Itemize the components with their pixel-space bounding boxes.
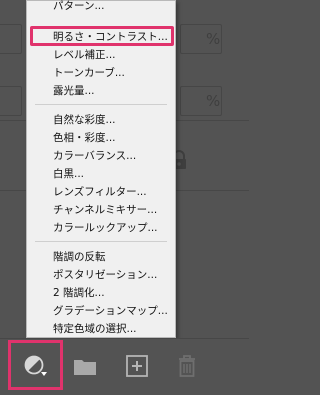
menu-item[interactable]: グラデーションマップ... [27,302,175,320]
menu-item[interactable]: 露光量... [27,82,175,100]
folder-icon[interactable] [72,353,98,379]
menu-item[interactable]: レベル補正... [27,46,175,64]
menu-separator [35,104,167,105]
opacity-percent: % [206,30,221,48]
menu-item[interactable]: カラールックアップ... [27,219,175,237]
menu-item[interactable]: レンズフィルター... [27,183,175,201]
menu-separator [35,241,167,242]
lock-field[interactable] [0,86,22,116]
trash-icon[interactable] [174,353,200,379]
adjustment-button-highlight [8,340,63,390]
menu-item[interactable]: ポスタリゼーション... [27,266,175,284]
menu-item[interactable]: 2 階調化... [27,284,175,302]
menu-item[interactable]: 色相・彩度... [27,129,175,147]
menu-item[interactable]: 白黒... [27,165,175,183]
blend-mode-field[interactable] [0,24,22,54]
menu-item[interactable]: チャンネルミキサー... [27,201,175,219]
new-layer-icon[interactable] [124,353,150,379]
menu-item[interactable]: トーンカーブ... [27,64,175,82]
menu-item[interactable]: 自然な彩度... [27,111,175,129]
menu-item[interactable]: 階調の反転 [27,248,175,266]
adjustment-layer-menu: パターン... 明るさ・コントラスト... レベル補正... トーンカーブ... 露光量… [26,0,176,338]
highlight-annotation [30,26,174,46]
fill-percent: % [206,92,221,110]
menu-item[interactable]: 特定色域の選択... [27,320,175,338]
menu-item[interactable]: パターン... [27,0,175,15]
menu-item[interactable]: カラーバランス... [27,147,175,165]
